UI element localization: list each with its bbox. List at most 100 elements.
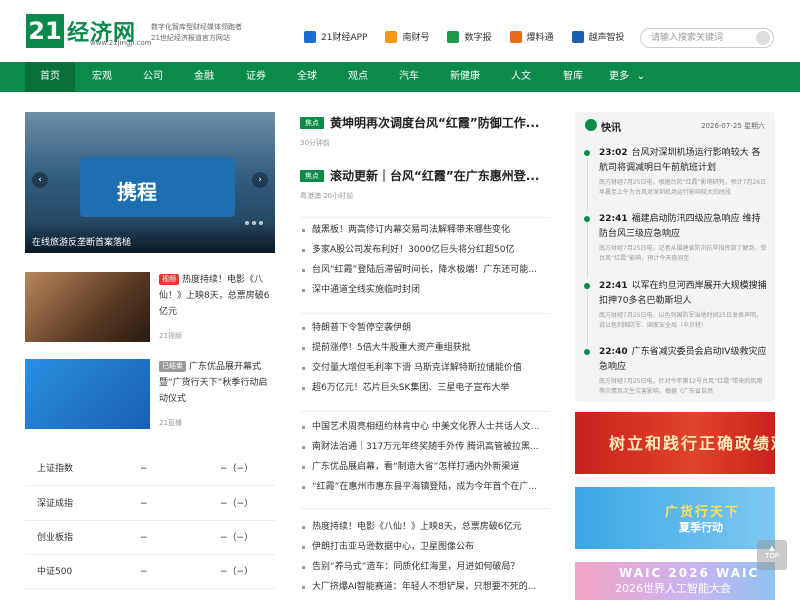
live-card[interactable]: 已结束 广东优品展开幕式暨“广货行天下”秋季行动启动仪式 21直播 bbox=[25, 359, 275, 434]
news-item[interactable]: 大厂挤爆AI智能赛道：年轻人不想铲屎，只想要不死的... bbox=[300, 577, 550, 597]
timeline-dot bbox=[584, 150, 590, 156]
index-name: 深证成指 bbox=[37, 499, 74, 509]
banner-guanghuo[interactable]: 广货行天下 夏季行动 bbox=[575, 487, 775, 549]
news-item[interactable]: 多家A股公司发布利好！3000亿巨头将分红超50亿 bbox=[300, 240, 550, 260]
index-change: −（−） bbox=[220, 464, 254, 474]
news-item[interactable]: 深中通道全线实施临时封闭 bbox=[300, 280, 550, 300]
focus-badge: 焦点 bbox=[300, 117, 324, 129]
news-item[interactable]: 南财法治通｜317万元年终奖随手外传 腾讯高管被拉黑... bbox=[300, 437, 550, 457]
flash-item[interactable]: 22:40 广东省减灾委员会启动IV级救灾应急响应 南方财经7月25日电，针对今年… bbox=[584, 345, 767, 400]
flash-item[interactable]: 22:41 以军在约旦河西岸展开大规模搜捕扣押70多名巴勒斯坦人 南方财经7月25… bbox=[584, 279, 767, 345]
nav-item-company[interactable]: 公司 bbox=[128, 62, 178, 92]
news-list: 特朗普下令暂停空袭伊朗 提前涨停！5倍大牛股重大资产重组获批 交付量大增但毛利率… bbox=[300, 313, 550, 398]
chevron-down-icon[interactable]: ⌄ bbox=[634, 62, 648, 92]
news-item[interactable]: 台风“红霞”登陆后滞留时间长，降水极端！广东还可能... bbox=[300, 260, 550, 280]
news-item[interactable]: 敲黑板！两高修订内幕交易司法解释带来哪些变化 bbox=[300, 220, 550, 240]
site-logo[interactable]: 21 经济网 www.21jingji.com bbox=[26, 14, 152, 50]
nav-item-more[interactable]: 更多 bbox=[604, 62, 634, 92]
card-title[interactable]: 已结束 广东优品展开幕式暨“广货行天下”秋季行动启动仪式 bbox=[159, 359, 274, 407]
site-header: 21 经济网 www.21jingji.com 数字化智库型财经媒体领跑者 21… bbox=[0, 0, 800, 62]
flash-title[interactable]: 22:41 以军在约旦河西岸展开大规模搜捕扣押70多名巴勒斯坦人 bbox=[599, 279, 767, 309]
ended-tag: 已结束 bbox=[159, 361, 186, 372]
nav-item-culture[interactable]: 人文 bbox=[496, 62, 546, 92]
banner-political[interactable]: 树立和践行正确政绩观 bbox=[575, 412, 775, 474]
news-item[interactable]: “红霞”在惠州市惠东县平海镇登陆，成为今年首个在广... bbox=[300, 477, 550, 497]
flash-item[interactable]: 23:02 台风对深圳机场运行影响较大 各航司将调减明日午前航班计划 南方财经7月… bbox=[584, 146, 767, 212]
carousel-prev-icon[interactable]: ‹ bbox=[32, 172, 48, 188]
index-row[interactable]: 深证成指 − −（−） bbox=[25, 487, 275, 521]
headline-title[interactable]: 黄坤明再次调度台风“红霞”防御工作... bbox=[330, 114, 550, 131]
index-value: − bbox=[140, 567, 148, 577]
news-list: 热度持续！电影《八仙！》上映8天，总票房破6亿元 伊朗打击亚马逊数据中心，卫星图… bbox=[300, 508, 550, 597]
nav-item-securities[interactable]: 证券 bbox=[231, 62, 281, 92]
news-item[interactable]: 伊朗打击亚马逊数据中心，卫星图像公布 bbox=[300, 537, 550, 557]
logo-url: www.21jingji.com bbox=[90, 39, 152, 47]
nav-item-opinion[interactable]: 观点 bbox=[333, 62, 383, 92]
index-row[interactable]: 上证指数 − −（−） bbox=[25, 452, 275, 486]
search-input[interactable]: 请输入搜索关键词 bbox=[640, 28, 774, 48]
flash-label[interactable]: 快讯 bbox=[601, 119, 621, 134]
app-label: 爆料通 bbox=[526, 33, 554, 43]
timeline-dot bbox=[584, 283, 590, 289]
news-item[interactable]: 告别“养马式”造车：同质化红海里，月进如何破局？ bbox=[300, 557, 550, 577]
headline-item[interactable]: 焦点 黄坤明再次调度台风“红霞”防御工作... 30分钟前 bbox=[300, 114, 550, 150]
nav-item-home[interactable]: 首页 bbox=[25, 62, 75, 92]
banner-waic[interactable]: WAIC 2026 WAIC 2026世界人工智能大会 bbox=[575, 562, 775, 600]
index-value: − bbox=[140, 464, 148, 474]
nancai-icon bbox=[385, 30, 398, 43]
news-list: 中国艺术周亮相纽约林肯中心 中美文化界人士共话人文... 南财法治通｜317万元… bbox=[300, 411, 550, 497]
app-link-yuesheng[interactable]: 越声智投 bbox=[571, 30, 625, 43]
app-link-nancaihao[interactable]: 南财号 bbox=[385, 30, 429, 43]
flash-title[interactable]: 23:02 台风对深圳机场运行影响较大 各航司将调减明日午前航班计划 bbox=[599, 146, 767, 176]
logo-number: 21 bbox=[26, 14, 64, 48]
main-nav: 首页 宏观 公司 金融 证券 全球 观点 汽车 新健康 人文 智库 更多 ⌄ bbox=[0, 62, 800, 92]
nav-item-think-tank[interactable]: 智库 bbox=[548, 62, 598, 92]
nav-item-finance[interactable]: 金融 bbox=[179, 62, 229, 92]
news-item[interactable]: 提前涨停！5倍大牛股重大资产重组获批 bbox=[300, 338, 550, 358]
ctrip-sign bbox=[80, 157, 235, 217]
live-thumbnail[interactable] bbox=[25, 359, 150, 429]
news-item[interactable]: 交付量大增但毛利率下滑 马斯克详解特斯拉储能价值 bbox=[300, 358, 550, 378]
back-to-top-button[interactable]: ▲ TOP bbox=[757, 540, 787, 570]
flash-title[interactable]: 22:40 广东省减灾委员会启动IV级救灾应急响应 bbox=[599, 345, 767, 375]
video-card[interactable]: 视频 热度持续！电影《八仙！》上映8天，总票房破6亿元 21视频 bbox=[25, 272, 275, 347]
app-link-baoliaotong[interactable]: 爆料通 bbox=[509, 30, 554, 43]
ctrip-logo-image: 携程 bbox=[117, 180, 157, 204]
app-link-21caijing[interactable]: 21财经APP bbox=[304, 30, 367, 43]
flash-item[interactable]: 22:41 福建启动防汛四级应急响应 维持防台风三级应急响应 南方财经7月25日电… bbox=[584, 212, 767, 278]
carousel-next-icon[interactable]: › bbox=[252, 172, 268, 188]
index-row[interactable]: 创业板指 − −（−） bbox=[25, 521, 275, 555]
timeline-line bbox=[587, 283, 588, 345]
flash-date: 2026-07-25 星期六 bbox=[701, 122, 765, 130]
news-item[interactable]: 特朗普下令暂停空袭伊朗 bbox=[300, 318, 550, 338]
nav-item-macro[interactable]: 宏观 bbox=[77, 62, 127, 92]
app-link-shuzibao[interactable]: 数字报 bbox=[447, 30, 492, 43]
invest-icon bbox=[571, 30, 584, 43]
app-label: 21财经APP bbox=[321, 33, 368, 43]
news-item[interactable]: 广东优品展启幕，看“制造大省”怎样打通内外新渠道 bbox=[300, 457, 550, 477]
nav-item-health[interactable]: 新健康 bbox=[437, 62, 493, 92]
news-item[interactable]: 超6万亿元！芯片巨头SK集团、三星电子宣布大举 bbox=[300, 378, 550, 398]
index-row[interactable]: 中证500 − −（−） bbox=[25, 555, 275, 589]
banner-text: 广货行天下 bbox=[665, 505, 741, 520]
flash-summary: 南方财经7月25日电，针对今年第12号台风“红霞”带来的风雨等灾情及次生灾害影响… bbox=[599, 378, 763, 395]
nav-item-auto[interactable]: 汽车 bbox=[384, 62, 434, 92]
index-change: −（−） bbox=[220, 533, 254, 543]
newspaper-icon bbox=[447, 30, 460, 43]
app-label: 数字报 bbox=[464, 33, 492, 43]
card-meta: 21直播 bbox=[159, 419, 182, 427]
headline-item[interactable]: 焦点 滚动更新｜台风“红霞”在广东惠州登... 粤港澳 20小时前 bbox=[300, 167, 550, 203]
nav-item-global[interactable]: 全球 bbox=[282, 62, 332, 92]
headline-title[interactable]: 滚动更新｜台风“红霞”在广东惠州登... bbox=[330, 167, 550, 184]
app-label: 南财号 bbox=[402, 33, 430, 43]
hero-caption[interactable]: 在线旅游反垄断首案落槌 bbox=[25, 221, 275, 253]
news-item[interactable]: 中国艺术周亮相纽约林肯中心 中美文化界人士共话人文... bbox=[300, 417, 550, 437]
flash-title[interactable]: 22:41 福建启动防汛四级应急响应 维持防台风三级应急响应 bbox=[599, 212, 767, 242]
card-title[interactable]: 视频 热度持续！电影《八仙！》上映8天，总票房破6亿元 bbox=[159, 272, 274, 320]
hero-carousel[interactable]: 携程 ‹ › 在线旅游反垄断首案落槌 bbox=[25, 112, 275, 253]
news-item[interactable]: 热度持续！电影《八仙！》上映8天，总票房破6亿元 bbox=[300, 517, 550, 537]
flash-summary: 南方财经7月25日电，根据台风“红霞”影响研判，预计7月26日早晨至上午为台风对… bbox=[599, 179, 767, 196]
video-thumbnail[interactable] bbox=[25, 272, 150, 342]
banner-text: WAIC 2026 WAIC bbox=[619, 566, 760, 580]
search-icon[interactable] bbox=[756, 31, 770, 45]
